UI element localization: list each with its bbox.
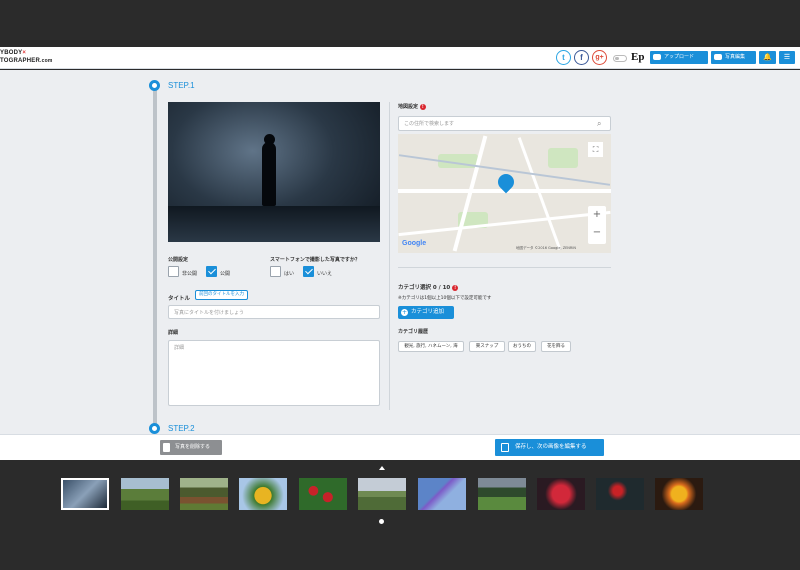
photo-edit-button[interactable]: 写真編集 [711,51,756,64]
map-road [398,210,611,237]
yes-label: はい [284,271,295,277]
step-timeline [153,86,157,426]
facebook-icon[interactable]: f [574,50,589,65]
no-label: いいえ [317,271,333,277]
category-tag[interactable]: 観光, 旅行, ハネムーン, 海 [398,341,464,352]
logo-text-1: YBODY [0,50,23,56]
category-tag[interactable]: おうちの [508,341,536,352]
detail-textarea[interactable]: 詳細 [168,340,380,406]
column-divider [389,102,390,410]
collapse-arrow-icon[interactable] [379,466,385,470]
thumbnail[interactable] [239,478,287,510]
required-icon: ! [452,285,459,291]
google-logo: Google [402,240,427,247]
delete-photo-label: 写真を削除する [175,444,211,450]
category-select-label: カテゴリ選択 0 / 10 ! [398,283,459,291]
thumbnail[interactable] [655,478,703,510]
step2-marker [149,423,160,434]
action-bar [0,434,800,460]
no-checkbox[interactable] [303,266,314,277]
zoom-in-icon[interactable]: + [588,206,606,224]
map-divider [398,267,611,268]
required-icon: ! [419,104,426,110]
logo-text-2: TOGRAPHER [0,58,41,64]
visibility-label: 公開設定 [168,257,189,263]
toggle-switch[interactable] [613,55,627,62]
map-label-text: 地図設定 [398,104,419,110]
category-history-label: カテゴリ履歴 [398,329,429,335]
smartphone-label: スマートフォンで撮影した写真ですか？ [270,257,360,263]
map-search-input[interactable]: この住所で検索します [398,116,611,131]
save-next-label: 保存し、次の画像を編集する [515,444,587,450]
trash-icon [163,443,170,452]
category-tag[interactable]: 花を飾る [541,341,571,352]
dark-top-frame [0,0,800,47]
thumbnail[interactable] [537,478,585,510]
twitter-icon[interactable]: t [556,50,571,65]
thumbnail[interactable] [418,478,466,510]
bell-icon[interactable]: 🔔 [759,51,776,64]
public-checkbox[interactable] [206,266,217,277]
upload-button[interactable]: アップロード [650,51,708,64]
yes-checkbox[interactable] [270,266,281,277]
add-category-button[interactable]: + カテゴリ追加 [398,306,454,319]
thumbnail[interactable] [299,478,347,510]
thumbnail[interactable] [121,478,169,510]
photo-silhouette [262,142,276,206]
logo-suffix: .com [40,58,53,64]
previous-title-button[interactable]: 前回のタイトルを入力 [195,290,248,300]
category-note: ※カテゴリは1個以上10個以下で設定可能です [398,296,492,301]
thumbnail[interactable] [596,478,644,510]
title-input[interactable]: 写真にタイトルを付けましょう [168,305,380,319]
private-checkbox[interactable] [168,266,179,277]
category-select-text: カテゴリ選択 0 / 10 [398,285,451,291]
site-header: YBODY× TOGRAPHER.com t f g+ Ep アップロード 写真… [0,47,800,69]
edit-icon [501,443,509,452]
detail-label: 詳細 [168,330,179,336]
fullscreen-icon[interactable]: ⛶ [588,142,603,157]
cloud-upload-icon [653,54,661,60]
add-category-label: カテゴリ追加 [411,309,445,315]
site-logo[interactable]: YBODY× TOGRAPHER.com [0,49,53,65]
step1-marker [149,80,160,91]
map-label: 地図設定 ! [398,103,426,110]
map-attribution: 地図データ ©2016 Google, ZENRIN [516,246,577,250]
upload-label: アップロード [664,54,695,60]
zoom-out-icon[interactable]: − [588,224,606,242]
ep-logo[interactable]: Ep [631,51,644,63]
step1-label: STEP.1 [168,81,195,90]
photo-edit-label: 写真編集 [725,54,746,60]
page-indicator-dot[interactable] [379,519,384,524]
map-park [548,148,578,168]
google-plus-icon[interactable]: g+ [592,50,607,65]
title-label: タイトル [168,296,191,302]
zoom-control[interactable]: + − [588,206,606,244]
delete-photo-button[interactable]: 写真を削除する [160,440,222,455]
thumbnail[interactable] [478,478,526,510]
step2-label: STEP.2 [168,424,195,433]
thumbnail[interactable] [358,478,406,510]
search-icon[interactable]: ⌕ [597,119,601,129]
category-tag[interactable]: 東スナップ [469,341,505,352]
save-next-button[interactable]: 保存し、次の画像を編集する [495,439,604,456]
map-view[interactable]: ⛶ + − Google 地図データ ©2016 Google, ZENRIN [398,134,611,253]
photo-preview [168,102,380,242]
plus-icon: + [401,309,408,316]
map-road [452,135,488,252]
thumbnail-selected[interactable] [61,478,109,510]
private-label: 非公開 [182,271,198,277]
menu-icon[interactable]: ☰ [779,51,795,64]
public-label: 公開 [220,271,231,277]
logo-x: × [22,50,27,56]
thumbnail[interactable] [180,478,228,510]
image-icon [714,54,722,60]
map-search-placeholder: この住所で検索します [404,121,455,127]
photo-floor-reflection [168,206,380,242]
